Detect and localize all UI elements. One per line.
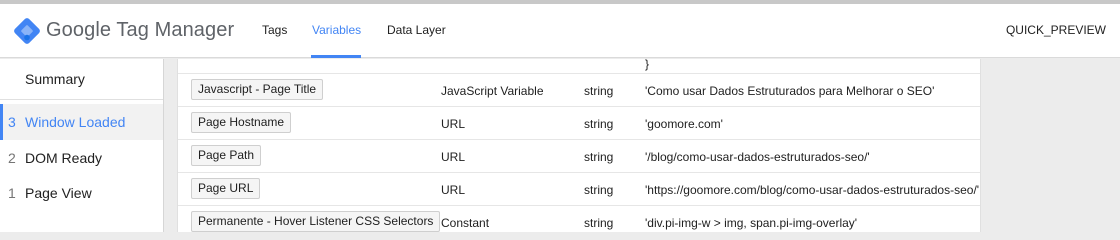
table-row: } (178, 59, 980, 74)
app-header: Google Tag Manager Tags Variables Data L… (0, 4, 1120, 58)
value-cell: 'div.pi-img-w > img, span.pi-img-overlay… (645, 216, 858, 230)
variable-name-chip[interactable]: Page URL (191, 178, 261, 199)
data-type-cell: string (584, 216, 614, 230)
variable-type-cell: URL (441, 183, 466, 197)
variable-name-chip[interactable]: Page Path (191, 145, 262, 166)
event-label: Window Loaded (25, 114, 126, 130)
event-sidebar: Summary 3 Window Loaded 2 DOM Ready 1 Pa… (0, 59, 164, 232)
value-cell: '/blog/como-usar-dados-estruturados-seo/… (645, 150, 870, 164)
sidebar-item-dom-ready[interactable]: 2 DOM Ready (0, 140, 163, 176)
event-label: DOM Ready (25, 150, 103, 166)
app-title: Google Tag Manager (46, 19, 235, 41)
table-row: Page URL URL string 'https://goomore.com… (178, 173, 980, 206)
tab-variables[interactable]: Variables (312, 23, 361, 37)
data-type-cell: string (584, 183, 614, 197)
table-row: Page Path URL string '/blog/como-usar-da… (178, 140, 980, 173)
variable-type-cell: Constant (441, 216, 490, 230)
data-type-cell: string (584, 84, 614, 98)
sidebar-item-window-loaded[interactable]: 3 Window Loaded (0, 104, 163, 140)
tag-manager-logo-icon (14, 18, 40, 44)
value-cell: 'https://goomore.com/blog/como-usar-dado… (645, 183, 980, 197)
variable-type-cell: URL (441, 150, 466, 164)
value-cell: 'goomore.com' (645, 117, 723, 131)
data-type-cell: string (584, 150, 614, 164)
variable-name-chip[interactable]: Permanente - Hover Listener CSS Selector… (191, 211, 441, 232)
sidebar-item-page-view[interactable]: 1 Page View (0, 175, 163, 211)
sidebar-item-summary[interactable]: Summary (0, 59, 163, 100)
event-number: 1 (8, 185, 16, 201)
variable-name-chip[interactable]: Page Hostname (191, 112, 292, 133)
content-gutter (165, 59, 177, 232)
variables-table[interactable]: } Javascript - Page Title JavaScript Var… (177, 59, 981, 232)
variable-type-cell: URL (441, 117, 466, 131)
tab-data-layer[interactable]: Data Layer (387, 23, 446, 37)
value-cell: 'Como usar Dados Estruturados para Melho… (645, 84, 935, 98)
event-label: Page View (25, 185, 92, 201)
table-row: Permanente - Hover Listener CSS Selector… (178, 206, 980, 232)
tab-tags[interactable]: Tags (262, 23, 287, 37)
active-tab-indicator (311, 55, 361, 58)
variable-type-cell: JavaScript Variable (441, 84, 544, 98)
variable-name-chip[interactable]: Javascript - Page Title (191, 79, 324, 100)
event-number: 2 (8, 150, 16, 166)
quick-preview-button[interactable]: QUICK_PREVIEW (1006, 23, 1106, 37)
data-type-cell: string (584, 117, 614, 131)
table-row: Page Hostname URL string 'goomore.com' (178, 107, 980, 140)
value-cell: } (645, 59, 650, 71)
table-row: Javascript - Page Title JavaScript Varia… (178, 74, 980, 107)
event-number: 3 (8, 114, 16, 130)
